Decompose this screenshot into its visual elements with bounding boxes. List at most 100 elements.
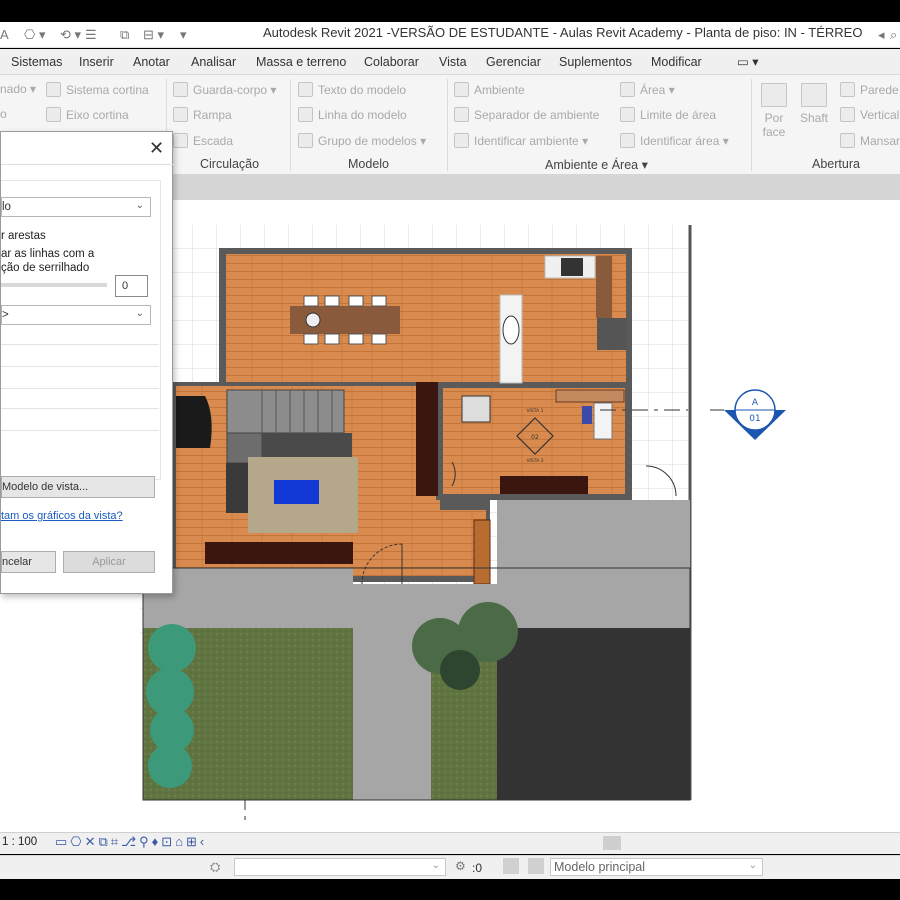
view-control-bar: 1 : 100 ▭⎔✕⧉⌗⎇⚲♦⊡⌂⊞‹ [0,832,900,854]
collapse-left-icon[interactable]: ◂ [878,27,885,43]
section-marker[interactable]: A 01 [724,389,786,440]
tab-massa-terreno[interactable]: Massa e terreno [256,55,346,69]
transparency-input[interactable]: 0 [115,275,148,297]
tab-modificar[interactable]: Modificar [651,55,702,69]
limite-area-button[interactable]: Limite de área [620,107,716,122]
area-button[interactable]: Área ▾ [620,82,675,97]
save-view-template-button[interactable]: Modelo de vista... [1,476,155,498]
collapsed-section-row[interactable] [1,378,159,389]
smooth-lines-label-2: ção de serrilhado [1,262,90,274]
silhouette-select[interactable]: > ⌄ [1,305,151,325]
chevron-down-icon: ⌄ [135,308,144,319]
ramp-icon [173,107,188,122]
ribbon-item-partial-1[interactable]: nado [0,82,27,96]
room-center-label: 02 [531,434,539,441]
opening-by-face-icon [761,83,787,107]
group-ambiente-area-label[interactable]: Ambiente e Área ▾ [545,157,648,172]
tab-anotar[interactable]: Anotar [133,55,170,69]
window-title: Autodesk Revit 2021 -VERSÃO DE ESTUDANTE… [263,25,863,40]
bench [473,519,491,585]
collapsed-section-row[interactable] [1,356,159,367]
tag-area-icon [620,133,635,148]
guarda-corpo-button[interactable]: Guarda-corpo ▾ [173,82,276,97]
horizontal-scrollbar-thumb[interactable] [603,836,621,850]
sistema-cortina-button[interactable]: Sistema cortina [46,82,149,97]
qat-customize-icon[interactable]: ▾ [180,27,187,43]
mansarda-button[interactable]: Mansar [840,133,900,148]
collapsed-section-row[interactable] [1,334,159,345]
chevron-down-icon: ⌄ [748,860,757,871]
sync-icon[interactable]: ⟲ ▾ [60,27,81,43]
collapsed-section-row[interactable] [1,398,159,409]
rampa-button[interactable]: Rampa [173,107,232,122]
switch-windows-icon[interactable]: ⊟ ▾ [143,27,164,43]
curtain-grid-icon [46,107,61,122]
tab-sistemas[interactable]: Sistemas [11,55,62,69]
shaft-icon [801,83,827,107]
closet [416,382,438,496]
separador-ambiente-button[interactable]: Separador de ambiente [454,107,599,122]
title-bar: A ⎔ ▾ ⟲ ▾ ☰ ⧉ ⊟ ▾ ▾ Autodesk Revit 2021 … [0,22,900,48]
ribbon-separator [290,79,291,171]
design-option-select[interactable]: Modelo principal ⌄ [550,858,763,876]
section-tag-number: 01 [749,414,760,424]
tab-gerenciar[interactable]: Gerenciar [486,55,541,69]
close-icon[interactable]: ✕ [149,138,164,159]
design-options-icon[interactable] [503,858,519,874]
ribbon-separator [751,79,752,171]
identificar-ambiente-button[interactable]: Identificar ambiente ▾ [454,133,588,148]
view-scale[interactable]: 1 : 100 [2,836,37,848]
linha-modelo-button[interactable]: Linha do modelo [298,107,407,122]
piano [176,396,212,448]
open-icon[interactable]: ⎔ ▾ [24,27,46,43]
identificar-area-button[interactable]: Identificar área ▾ [620,133,729,148]
tab-colaborar[interactable]: Colaborar [364,55,419,69]
model-line-icon [298,107,313,122]
eixo-cortina-button[interactable]: Eixo cortina [46,107,129,122]
tab-inserir[interactable]: Inserir [79,55,114,69]
por-face-button[interactable]: Por face [758,83,790,139]
display-style-select[interactable]: lo ⌄ [1,197,151,217]
ambiente-button[interactable]: Ambiente [454,82,525,97]
transparency-slider[interactable] [1,283,107,287]
group-modelo-label: Modelo [348,157,389,171]
workset-select[interactable]: ⌄ [234,858,446,876]
tab-vista[interactable]: Vista [439,55,467,69]
area-boundary-icon [620,107,635,122]
group-circulacao-label: Circulação [200,157,260,171]
help-link[interactable]: tam os gráficos da vista? [1,510,123,522]
apply-button[interactable]: Aplicar [63,551,155,573]
editable-only-icon[interactable]: ⚙ [455,859,466,873]
ribbon-item-partial-2[interactable]: o [0,107,7,121]
cancel-button[interactable]: ncelar [1,551,56,573]
parede-opening-button[interactable]: Parede [840,82,899,97]
shaft-button[interactable]: Shaft [796,83,832,125]
sideboard [205,542,353,564]
view-control-icons[interactable]: ▭⎔✕⧉⌗⎇⚲♦⊡⌂⊞‹ [55,834,207,850]
escada-button[interactable]: Escada [173,133,233,148]
wall-opening-icon [840,82,855,97]
collapsed-section-row[interactable] [1,420,159,431]
curtain-system-icon [46,82,61,97]
workset-icon[interactable]: ⛭ [210,859,220,875]
tab-suplementos[interactable]: Suplementos [559,55,632,69]
grupo-modelos-button[interactable]: Grupo de modelos ▾ [298,133,426,148]
workset-count: :0 [472,861,483,875]
dropdown-arrow-icon[interactable]: ▾ [30,82,36,96]
vertical-opening-button[interactable]: Vertical [840,107,899,122]
app-icon[interactable]: A [0,27,9,43]
search-icon[interactable]: ⌕ [890,27,897,43]
tab-analisar[interactable]: Analisar [191,55,236,69]
room-label-top: VISTA 1 [526,408,543,414]
texto-modelo-button[interactable]: Texto do modelo [298,82,406,97]
railing-icon [173,82,188,97]
3d-view-icon[interactable]: ⧉ [120,27,129,43]
model-icon[interactable] [528,858,544,874]
measure-icon[interactable]: ☰ [85,27,97,43]
smooth-lines-label-1: ar as linhas com a [1,248,95,260]
ribbon-toggle-icon[interactable]: ▭ ▾ [737,54,759,69]
dialog-group-box [1,180,161,480]
vertical-opening-icon [840,107,855,122]
chevron-down-icon: ⌄ [431,860,440,871]
dormer-icon [840,133,855,148]
